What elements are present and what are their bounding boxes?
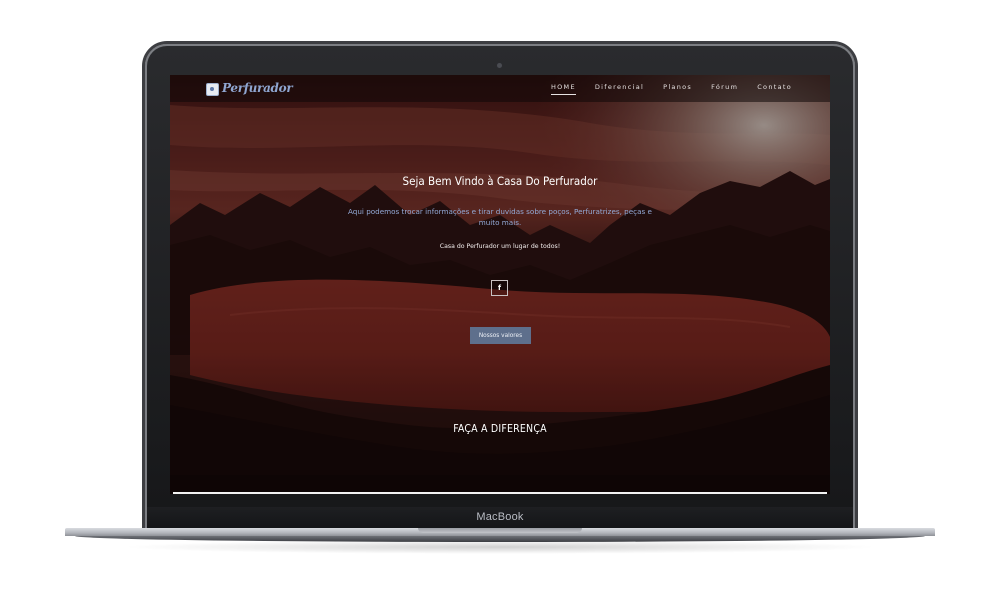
nossos-valores-button[interactable]: Nossos valores (470, 327, 531, 344)
logo-badge-icon (206, 83, 219, 96)
laptop-mockup: Perfurador HOME Diferencial Planos Fórum… (0, 0, 1000, 600)
main-nav: HOME Diferencial Planos Fórum Contato (532, 83, 792, 95)
site-logo[interactable]: Perfurador (206, 81, 293, 100)
laptop-base-bottom (75, 536, 925, 542)
nav-item-contato[interactable]: Contato (757, 83, 792, 91)
nossos-valores-label: Nossos valores (478, 332, 523, 339)
site-navbar: Perfurador HOME Diferencial Planos Fórum… (170, 75, 830, 102)
nav-item-home[interactable]: HOME (550, 83, 576, 95)
device-brand-label: MacBook (476, 511, 524, 523)
nav-item-diferencial[interactable]: Diferencial (595, 83, 644, 91)
hero-tagline: Casa do Perfurador um lugar de todos! (439, 243, 561, 250)
logo-text: Perfurador (222, 81, 293, 95)
hero-subtitle: Aqui podemos trocar informações e tirar … (348, 207, 652, 227)
section-divider (173, 492, 827, 494)
nav-item-planos[interactable]: Planos (663, 83, 692, 91)
facebook-icon: f (497, 284, 502, 292)
facebook-button[interactable]: f (491, 280, 508, 296)
nav-item-forum[interactable]: Fórum (711, 83, 738, 91)
hero-title: Seja Bem Vindo à Casa Do Perfurador (402, 174, 598, 188)
section-title: FAÇA A DIFERENÇA (453, 423, 547, 435)
laptop-screen: Perfurador HOME Diferencial Planos Fórum… (170, 75, 830, 494)
laptop-shadow (120, 540, 880, 554)
camera-icon (497, 63, 502, 68)
laptop-hinge-notch (418, 528, 582, 533)
